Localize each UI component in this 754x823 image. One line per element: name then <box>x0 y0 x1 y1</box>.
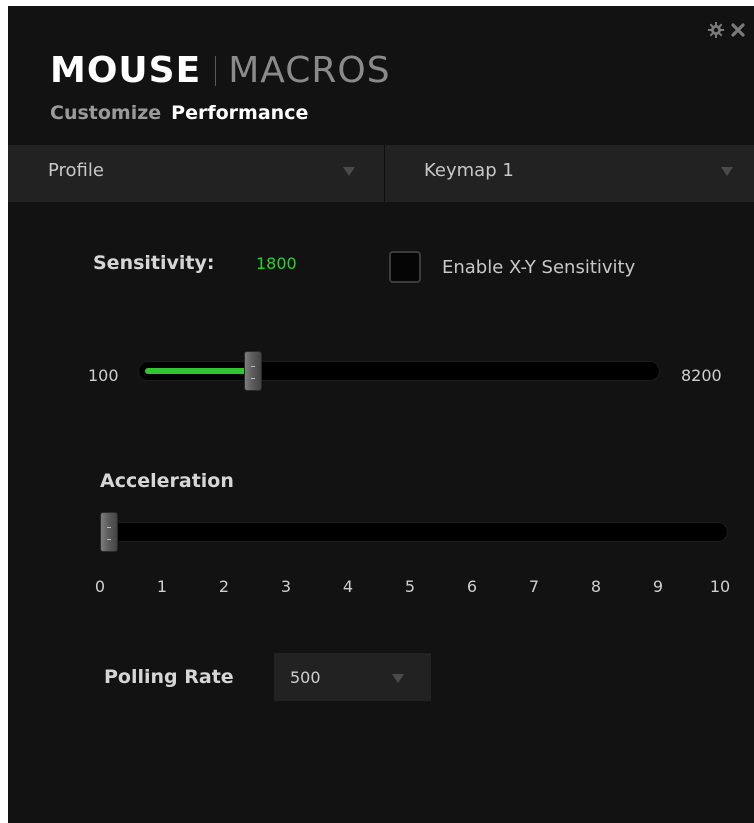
tab-customize[interactable]: Customize <box>50 102 161 124</box>
chevron-down-icon <box>392 674 404 683</box>
xy-sensitivity-label[interactable]: Enable X-Y Sensitivity <box>442 257 635 278</box>
acceleration-tick-label: 9 <box>652 577 664 596</box>
title-divider <box>215 55 217 86</box>
xy-sensitivity-checkbox[interactable] <box>389 251 421 283</box>
window-controls <box>708 22 746 38</box>
acceleration-tick-label: 5 <box>404 577 416 596</box>
title-mouse[interactable]: MOUSE <box>50 50 201 91</box>
polling-rate-dropdown[interactable]: 500 <box>274 653 431 701</box>
dropdown-divider <box>384 145 385 202</box>
acceleration-slider-track[interactable] <box>100 522 728 542</box>
acceleration-tick-label: 10 <box>709 577 731 596</box>
sensitivity-slider-fill <box>145 368 251 374</box>
app-window: MOUSE MACROS Customize Performance Profi… <box>8 6 754 823</box>
chevron-down-icon <box>721 167 733 176</box>
acceleration-tick-label: 2 <box>218 577 230 596</box>
sensitivity-max-label: 8200 <box>681 366 722 385</box>
acceleration-tick-label: 3 <box>280 577 292 596</box>
acceleration-tick-label: 6 <box>466 577 478 596</box>
acceleration-label: Acceleration <box>100 470 234 492</box>
acceleration-slider-thumb[interactable] <box>100 512 118 552</box>
chevron-down-icon <box>343 167 355 176</box>
profile-dropdown-label: Profile <box>48 160 104 181</box>
acceleration-tick-label: 0 <box>94 577 106 596</box>
sensitivity-min-label: 100 <box>88 366 119 385</box>
sensitivity-slider-track[interactable] <box>138 361 660 381</box>
tab-performance[interactable]: Performance <box>171 102 308 124</box>
acceleration-tick-label: 8 <box>590 577 602 596</box>
close-icon[interactable] <box>730 22 746 38</box>
sensitivity-value: 1800 <box>256 254 297 273</box>
gear-icon[interactable] <box>708 22 724 38</box>
sensitivity-label: Sensitivity: <box>93 252 215 274</box>
acceleration-tick-labels: 0 1 2 3 4 5 6 7 8 9 10 <box>8 577 754 601</box>
profile-keymap-bar: Profile Keymap 1 <box>8 145 754 202</box>
sub-tabs: Customize Performance <box>50 102 308 124</box>
title-macros[interactable]: MACROS <box>228 50 390 91</box>
keymap-dropdown-label: Keymap 1 <box>424 160 514 181</box>
header-title: MOUSE MACROS <box>50 50 391 91</box>
polling-rate-value: 500 <box>290 668 321 687</box>
acceleration-tick-label: 1 <box>156 577 168 596</box>
polling-rate-label: Polling Rate <box>104 666 234 688</box>
acceleration-tick-label: 4 <box>342 577 354 596</box>
acceleration-tick-label: 7 <box>528 577 540 596</box>
sensitivity-slider-thumb[interactable] <box>243 351 262 391</box>
